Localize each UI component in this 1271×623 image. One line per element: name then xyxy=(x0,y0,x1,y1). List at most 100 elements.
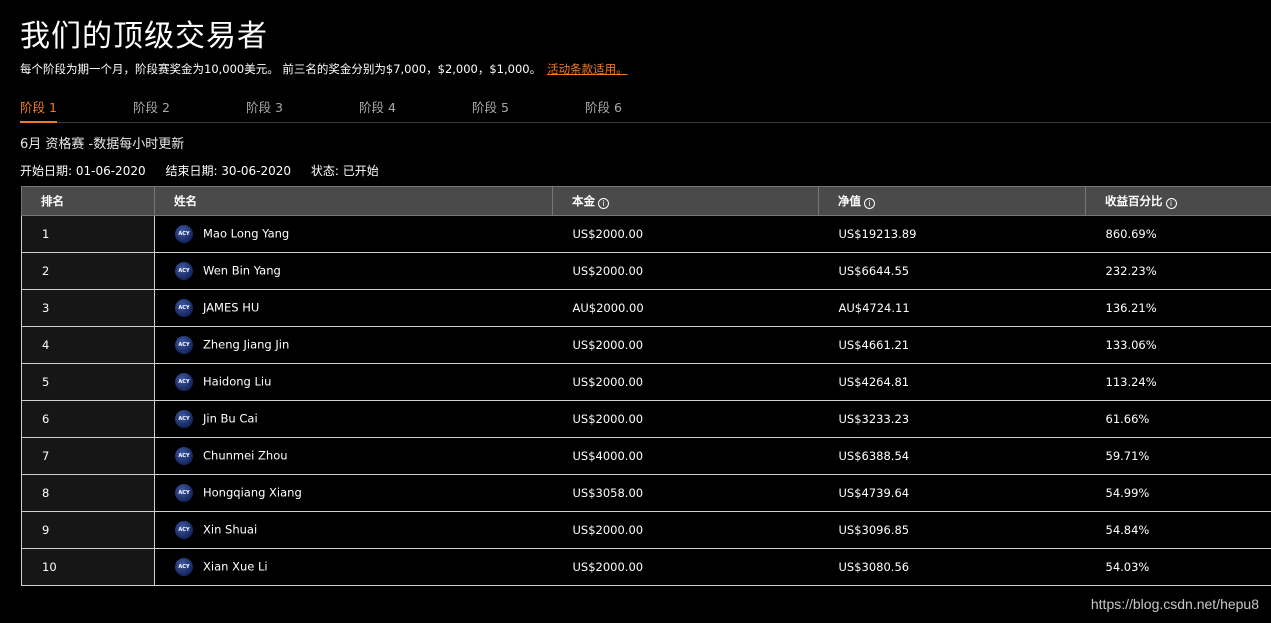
name-cell: ACY Wen Bin Yang xyxy=(154,252,553,290)
column-header-name: 姓名 xyxy=(154,186,553,216)
avatar: ACY xyxy=(175,336,193,354)
table-row: 4 ACY Zheng Jiang Jin US$2000.00 US$4661.21 1… xyxy=(21,326,1271,364)
principal-cell: US$2000.00 xyxy=(552,548,819,586)
principal-cell: US$3058.00 xyxy=(552,474,819,512)
name-cell: ACY Xin Shuai xyxy=(154,511,553,549)
tab-stage-6[interactable]: 阶段 6 xyxy=(585,97,622,123)
principal-cell: US$2000.00 xyxy=(552,511,819,549)
start-date: 开始日期: 01-06-2020 xyxy=(20,164,146,178)
principal-cell: US$2000.00 xyxy=(552,363,819,401)
return-cell: 136.21% xyxy=(1085,289,1271,327)
rank-cell: 8 xyxy=(21,474,155,512)
table-row: 1 ACY Mao Long Yang US$2000.00 US$19213.89 86… xyxy=(21,215,1271,253)
trader-name: Zheng Jiang Jin xyxy=(203,337,290,352)
name-cell: ACY Haidong Liu xyxy=(154,363,553,401)
table-row: 8 ACY Hongqiang Xiang US$3058.00 US$4739.64 5… xyxy=(21,474,1271,512)
principal-cell: US$2000.00 xyxy=(552,252,819,290)
name-cell: ACY Zheng Jiang Jin xyxy=(154,326,553,364)
trader-name: Jin Bu Cai xyxy=(203,411,258,426)
tab-stage-2[interactable]: 阶段 2 xyxy=(133,97,170,123)
table-row: 9 ACY Xin Shuai US$2000.00 US$3096.85 54.84% xyxy=(21,511,1271,549)
principal-cell: US$4000.00 xyxy=(552,437,819,475)
name-cell: ACY Hongqiang Xiang xyxy=(154,474,553,512)
status-label: 状态: 已开始 xyxy=(310,164,379,178)
avatar: ACY xyxy=(175,558,193,576)
tab-stage-3[interactable]: 阶段 3 xyxy=(246,97,283,123)
name-cell: ACY Chunmei Zhou xyxy=(154,437,553,475)
trader-name: Xian Xue Li xyxy=(203,559,268,574)
trader-name: Hongqiang Xiang xyxy=(203,485,302,500)
equity-cell: AU$4724.11 xyxy=(818,289,1086,327)
principal-cell: US$2000.00 xyxy=(552,400,819,438)
table-row: 2 ACY Wen Bin Yang US$2000.00 US$6644.55 232.… xyxy=(21,252,1271,290)
principal-cell: AU$2000.00 xyxy=(552,289,819,327)
return-cell: 54.03% xyxy=(1085,548,1271,586)
table-row: 6 ACY Jin Bu Cai US$2000.00 US$3233.23 61.66% xyxy=(21,400,1271,438)
rank-cell: 9 xyxy=(21,511,155,549)
rank-cell: 7 xyxy=(21,437,155,475)
leaderboard-table: 排名 姓名 本金 i 净值 i 收益百分比 i 1 ACY Mao Long Yang US… xyxy=(21,186,1271,586)
equity-cell: US$4264.81 xyxy=(818,363,1086,401)
equity-cell: US$4661.21 xyxy=(818,326,1086,364)
rank-cell: 1 xyxy=(21,215,155,253)
table-row: 7 ACY Chunmei Zhou US$4000.00 US$6388.54 59.7… xyxy=(21,437,1271,475)
principal-cell: US$2000.00 xyxy=(552,215,819,253)
tab-stage-4[interactable]: 阶段 4 xyxy=(359,97,396,123)
page-title: 我们的顶级交易者 xyxy=(20,19,268,54)
rank-cell: 10 xyxy=(21,548,155,586)
table-row: 10 ACY Xian Xue Li US$2000.00 US$3080.56 54.0… xyxy=(21,548,1271,586)
return-cell: 860.69% xyxy=(1085,215,1271,253)
trader-name: Xin Shuai xyxy=(203,522,258,537)
trader-name: Chunmei Zhou xyxy=(203,448,288,463)
equity-cell: US$6644.55 xyxy=(818,252,1086,290)
return-cell: 61.66% xyxy=(1085,400,1271,438)
rank-cell: 3 xyxy=(21,289,155,327)
rank-cell: 4 xyxy=(21,326,155,364)
table-row: 3 ACY JAMES HU AU$2000.00 AU$4724.11 136.21% xyxy=(21,289,1271,327)
column-header-equity: 净值 i xyxy=(818,186,1086,216)
return-cell: 232.23% xyxy=(1085,252,1271,290)
avatar: ACY xyxy=(175,225,193,243)
equity-header-label: 净值 xyxy=(838,194,861,208)
avatar: ACY xyxy=(175,484,193,502)
return-cell: 54.99% xyxy=(1085,474,1271,512)
rank-header-label: 排名 xyxy=(41,194,64,208)
info-icon[interactable]: i xyxy=(1165,198,1177,209)
table-row: 5 ACY Haidong Liu US$2000.00 US$4264.81 113.2… xyxy=(21,363,1271,401)
column-header-return: 收益百分比 i xyxy=(1085,186,1271,216)
stage-meta: 开始日期: 01-06-2020 结束日期: 30-06-2020 状态: 已开… xyxy=(20,162,395,179)
equity-cell: US$4739.64 xyxy=(818,474,1086,512)
stage-tabs: 阶段 1 阶段 2 阶段 3 阶段 4 阶段 5 阶段 6 xyxy=(20,97,1271,123)
name-cell: ACY Xian Xue Li xyxy=(154,548,553,586)
avatar: ACY xyxy=(175,410,193,428)
column-header-rank: 排名 xyxy=(21,186,155,216)
terms-link[interactable]: 活动条款适用。 xyxy=(547,62,628,76)
tab-stage-1[interactable]: 阶段 1 xyxy=(20,97,57,123)
avatar: ACY xyxy=(175,521,193,539)
prize-description-text: 每个阶段为期一个月，阶段赛奖金为10,000美元。 前三名的奖金分别为$7,00… xyxy=(20,62,542,76)
return-cell: 113.24% xyxy=(1085,363,1271,401)
info-icon[interactable]: i xyxy=(598,198,609,209)
info-icon[interactable]: i xyxy=(864,198,875,209)
principal-header-label: 本金 xyxy=(572,194,595,208)
rank-cell: 6 xyxy=(21,400,155,438)
name-header-label: 姓名 xyxy=(174,194,197,208)
return-cell: 133.06% xyxy=(1085,326,1271,364)
principal-cell: US$2000.00 xyxy=(552,326,819,364)
stage-subtitle: 6月 资格赛 -数据每小时更新 xyxy=(20,137,185,152)
equity-cell: US$19213.89 xyxy=(818,215,1086,253)
equity-cell: US$3233.23 xyxy=(818,400,1086,438)
name-cell: ACY Jin Bu Cai xyxy=(154,400,553,438)
rank-cell: 2 xyxy=(21,252,155,290)
return-header-label: 收益百分比 xyxy=(1105,194,1163,208)
return-cell: 54.84% xyxy=(1085,511,1271,549)
trader-name: Wen Bin Yang xyxy=(203,263,281,278)
trader-name: Mao Long Yang xyxy=(203,226,290,241)
watermark: https://blog.csdn.net/hepu8 xyxy=(1090,596,1259,612)
tab-stage-5[interactable]: 阶段 5 xyxy=(472,97,509,123)
rank-cell: 5 xyxy=(21,363,155,401)
return-cell: 59.71% xyxy=(1085,437,1271,475)
equity-cell: US$6388.54 xyxy=(818,437,1086,475)
trader-name: Haidong Liu xyxy=(203,374,272,389)
avatar: ACY xyxy=(175,447,193,465)
